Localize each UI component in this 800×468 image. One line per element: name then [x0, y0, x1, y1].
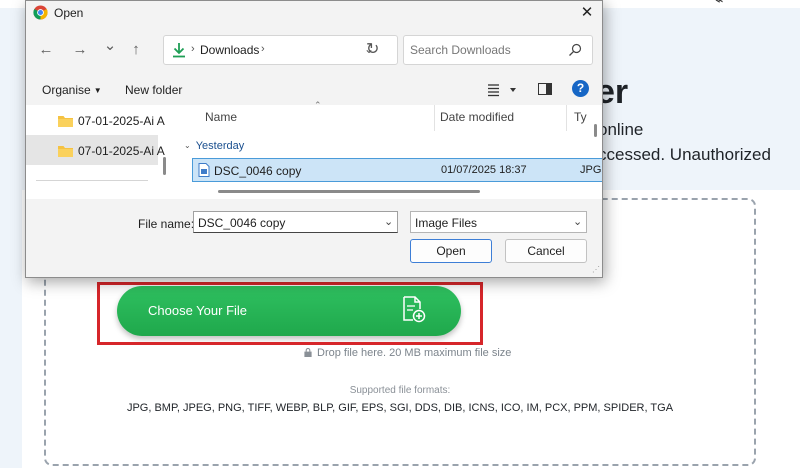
refresh-icon[interactable]: ↻ [366, 39, 379, 59]
file-type-chevron-icon: ⌄ [573, 216, 583, 228]
column-header-type[interactable]: Ty [574, 110, 587, 124]
dialog-footer: File name: DSC_0046 copy ⌄ Image Files ⌄… [26, 199, 602, 277]
help-icon[interactable]: ? [572, 80, 589, 97]
nav-pane-scrollbar[interactable] [163, 157, 166, 175]
breadcrumb-downloads[interactable]: Downloads [200, 43, 259, 57]
search-box[interactable] [403, 35, 593, 65]
open-file-dialog: Open ✕ ← → ⌄ ↑ › Downloads › ⌄ ↻ Search … [25, 0, 603, 278]
file-name-field[interactable]: DSC_0046 copy ⌄ [193, 211, 398, 233]
file-list-horizontal-scrollbar[interactable] [218, 190, 480, 193]
file-name-dropdown-chevron-icon[interactable]: ⌄ [384, 215, 393, 228]
group-label: Yesterday [195, 140, 245, 152]
supported-formats-title: Supported file formats: [349, 385, 451, 396]
forward-arrow-icon[interactable]: → [70, 40, 90, 60]
chrome-icon [33, 5, 48, 20]
sort-ascending-icon: ⌃ [314, 100, 322, 110]
file-name-value: DSC_0046 copy [198, 216, 286, 230]
drop-note-text: Drop file here. 20 MB maximum file size [317, 347, 512, 359]
file-list: ⌃ Name Date modified Ty ⌄ Yesterday DSC_0… [176, 100, 602, 199]
file-row-selected[interactable]: DSC_0046 copy 01/07/2025 18:37 JPG [192, 158, 602, 182]
open-button[interactable]: Open [410, 239, 492, 263]
lock-icon [304, 348, 312, 357]
file-type: JPG [580, 164, 602, 176]
back-arrow-icon[interactable]: ← [36, 40, 56, 60]
dialog-title: Open [54, 6, 84, 20]
cancel-button[interactable]: Cancel [505, 239, 587, 263]
file-name-label: File name: [138, 217, 195, 231]
dialog-title-bar[interactable]: Open ✕ [26, 1, 602, 25]
search-icon[interactable] [568, 43, 582, 57]
file-list-vertical-scrollbar[interactable] [594, 124, 597, 137]
column-divider[interactable] [566, 105, 567, 131]
breadcrumb-chevron-icon[interactable]: › [261, 43, 265, 55]
red-highlight-box [97, 282, 483, 345]
search-input[interactable] [410, 41, 560, 59]
navigation-pane: 07-01-2025-Ai A 07-01-2025-Ai A [26, 105, 176, 199]
nav-item-folder[interactable]: 07-01-2025-Ai A [26, 105, 165, 135]
download-arrow-icon [173, 43, 185, 58]
breadcrumb-chevron-icon[interactable]: › [191, 43, 195, 55]
file-type-value: Image Files [415, 216, 478, 230]
organise-label: Organise [42, 83, 91, 97]
drop-note: Drop file here. 20 MB maximum file size [303, 347, 511, 359]
column-header-name[interactable]: Name [205, 110, 237, 124]
new-folder-button[interactable]: New folder [125, 83, 182, 97]
page-description-line-2: ccessed. Unauthorized [598, 145, 771, 164]
organise-menu[interactable]: Organise ▼ [42, 83, 102, 97]
view-options-icon[interactable] [488, 83, 518, 97]
recent-locations-chevron-icon[interactable]: ⌄ [100, 36, 120, 56]
group-collapse-chevron-icon: ⌄ [184, 141, 191, 150]
nav-item-folder-selected[interactable]: 07-01-2025-Ai A [26, 135, 165, 165]
column-divider[interactable] [434, 105, 435, 131]
organise-caret-icon: ▼ [93, 86, 102, 95]
address-bar[interactable]: › Downloads › ⌄ [163, 35, 398, 65]
file-date-modified: 01/07/2025 18:37 [441, 164, 527, 176]
page-description-line-1: online [598, 120, 644, 139]
resize-grip-icon[interactable]: ⋰ [592, 265, 600, 274]
nav-pane-divider [36, 180, 148, 181]
column-header-date-modified[interactable]: Date modified [440, 110, 514, 124]
folder-icon [58, 146, 73, 157]
file-type-select[interactable]: Image Files ⌄ [410, 211, 587, 233]
top-bar-icon[interactable]: ⌁ [715, 0, 723, 9]
close-button[interactable]: ✕ [572, 1, 602, 25]
group-header-yesterday[interactable]: ⌄ Yesterday [184, 140, 244, 152]
nav-item-label: 07-01-2025-Ai A [78, 114, 165, 128]
nav-item-label: 07-01-2025-Ai A [78, 144, 165, 158]
folder-icon [58, 116, 73, 127]
image-file-icon [198, 163, 210, 177]
navigation-bar: ← → ⌄ ↑ › Downloads › ⌄ ↻ [26, 27, 602, 73]
supported-formats-list: JPG, BMP, JPEG, PNG, TIFF, WEBP, BLP, GI… [126, 402, 674, 414]
up-arrow-icon[interactable]: ↑ [126, 40, 146, 60]
file-name: DSC_0046 copy [214, 164, 302, 178]
preview-pane-icon[interactable] [538, 83, 552, 95]
